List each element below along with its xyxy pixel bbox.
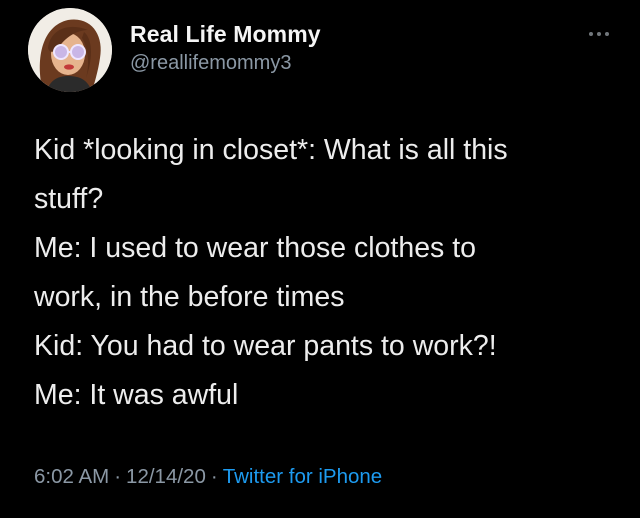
cartoon-woman-avatar-icon <box>28 8 112 92</box>
tweet-card: Real Life Mommy @reallifemommy3 Kid *loo… <box>0 0 640 518</box>
separator-dot: · <box>210 465 218 488</box>
tweet-text-line: Kid: You had to wear pants to work?! <box>34 330 497 362</box>
more-options-icon[interactable] <box>587 26 611 36</box>
tweet-text: Kid *looking in closet*: What is all thi… <box>34 126 624 420</box>
author-display-name[interactable]: Real Life Mommy <box>130 21 321 48</box>
author-handle[interactable]: @reallifemommy3 <box>130 52 291 75</box>
tweet-metadata: 6:02 AM · 12/14/20 · Twitter for iPhone <box>34 465 382 489</box>
tweet-text-line: Me: It was awful <box>34 379 239 411</box>
separator-dot: · <box>114 465 122 488</box>
tweet-source-link[interactable]: Twitter for iPhone <box>223 465 383 488</box>
avatar[interactable] <box>28 8 112 92</box>
tweet-text-line: work, in the before times <box>34 281 345 313</box>
tweet-text-line: stuff? <box>34 183 104 215</box>
tweet-text-line: Kid *looking in closet*: What is all thi… <box>34 134 508 166</box>
tweet-time[interactable]: 6:02 AM <box>34 465 109 488</box>
tweet-text-line: Me: I used to wear those clothes to <box>34 232 476 264</box>
tweet-date[interactable]: 12/14/20 <box>126 465 206 488</box>
